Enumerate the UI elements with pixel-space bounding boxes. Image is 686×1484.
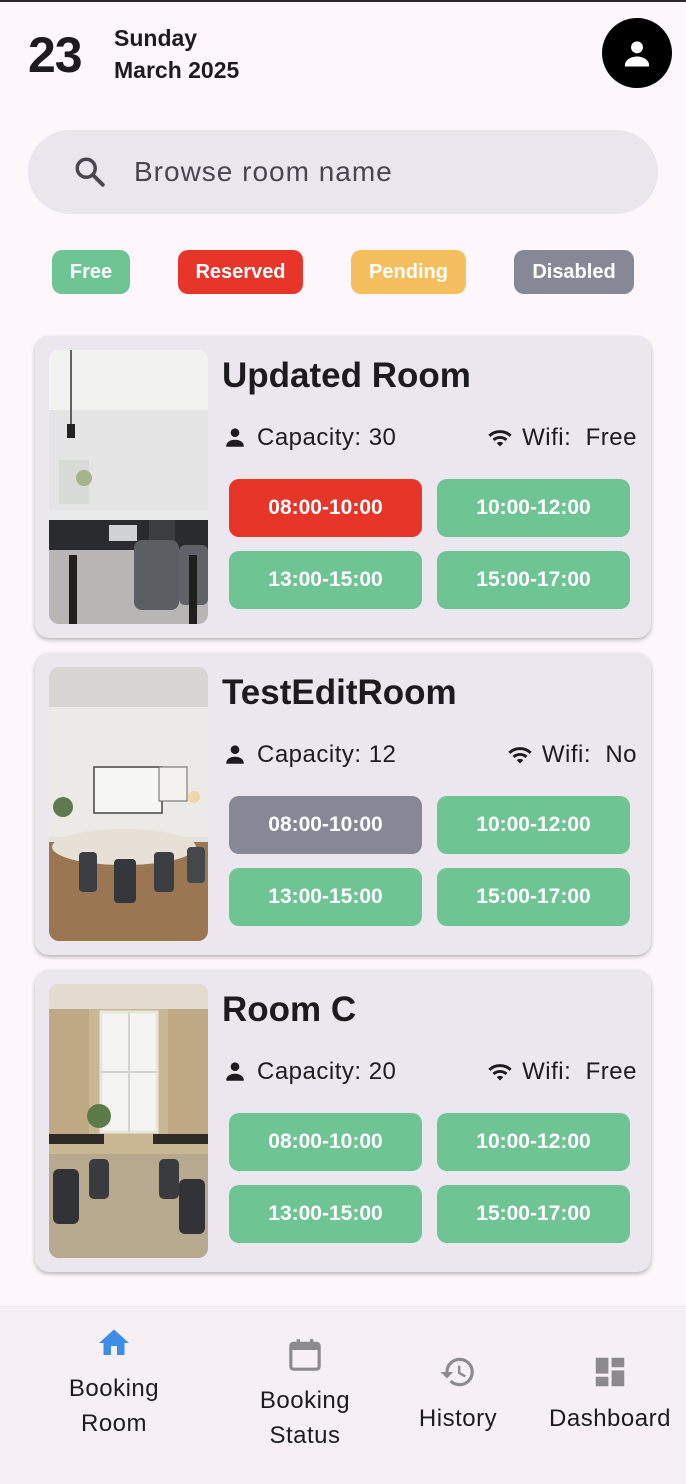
room-photo: [49, 984, 208, 1258]
room-photo: [49, 350, 208, 624]
nav-label: History: [418, 1405, 498, 1432]
time-slot-button[interactable]: 15:00-17:00: [437, 1185, 630, 1243]
person-icon: [226, 745, 244, 764]
wifi-info: Wifi: Free: [486, 1058, 637, 1086]
search-input[interactable]: [134, 150, 634, 194]
calendar-icon: [289, 1339, 321, 1371]
dashboard-icon: [595, 1357, 625, 1387]
time-slot-button[interactable]: 10:00-12:00: [437, 479, 630, 537]
wifi-info: Wifi: No: [506, 741, 637, 769]
time-slot-button[interactable]: 13:00-15:00: [229, 868, 422, 926]
day-number: 23: [28, 27, 83, 83]
room-name: Updated Room: [222, 356, 471, 395]
capacity-text: Capacity: 30: [257, 424, 397, 451]
search-bar[interactable]: [28, 130, 658, 214]
wifi-text: Wifi: Free: [522, 424, 637, 451]
room-card[interactable]: TestEditRoom Capacity: 12 Wifi: No 08:00…: [35, 653, 651, 955]
time-slot-button[interactable]: 10:00-12:00: [437, 796, 630, 854]
nav-history[interactable]: History: [398, 1307, 518, 1484]
legend-free: Free: [52, 250, 130, 294]
bottom-navigation: Booking Room Booking Status History Dash…: [0, 1306, 686, 1484]
time-slot-button[interactable]: 08:00-10:00: [229, 1113, 422, 1171]
room-info-row: Capacity: 30 Wifi: Free: [222, 422, 637, 452]
room-photo: [49, 667, 208, 941]
weekday: Sunday: [114, 25, 198, 51]
legend-pending: Pending: [351, 250, 466, 294]
legend-reserved: Reserved: [178, 250, 303, 294]
time-slot-button[interactable]: 15:00-17:00: [437, 868, 630, 926]
nav-label: Booking Room: [68, 1375, 160, 1437]
time-slot-button[interactable]: 08:00-10:00: [229, 796, 422, 854]
wifi-info: Wifi: Free: [486, 424, 637, 452]
legend-disabled: Disabled: [514, 250, 634, 294]
history-icon: [440, 1357, 474, 1387]
wifi-icon: [488, 1064, 512, 1081]
nav-booking-status[interactable]: Booking Status: [230, 1307, 380, 1484]
header: 23 Sunday March 2025: [0, 2, 686, 112]
room-info-row: Capacity: 20 Wifi: Free: [222, 1056, 637, 1086]
room-info-row: Capacity: 12 Wifi: No: [222, 739, 637, 769]
wifi-icon: [508, 747, 532, 764]
room-card[interactable]: Room C Capacity: 20 Wifi: Free 08:00-10:…: [35, 970, 651, 1272]
time-slot-button[interactable]: 10:00-12:00: [437, 1113, 630, 1171]
capacity-text: Capacity: 20: [257, 1058, 397, 1085]
date-text: Sunday March 2025: [114, 22, 239, 86]
person-icon: [624, 41, 650, 67]
status-legend: Free Reserved Pending Disabled: [0, 250, 686, 294]
month-year: March 2025: [114, 57, 240, 83]
nav-label: Booking Status: [259, 1387, 351, 1449]
room-name: TestEditRoom: [222, 673, 457, 712]
time-slot-button[interactable]: 08:00-10:00: [229, 479, 422, 537]
nav-label: Dashboard: [549, 1405, 671, 1432]
capacity-text: Capacity: 12: [257, 741, 397, 768]
wifi-text: Wifi: Free: [522, 1058, 637, 1085]
wifi-icon: [488, 430, 512, 447]
profile-avatar-button[interactable]: [602, 18, 672, 88]
time-slot-button[interactable]: 13:00-15:00: [229, 551, 422, 609]
home-icon: [99, 1329, 129, 1355]
room-name: Room C: [222, 990, 357, 1029]
time-slot-button[interactable]: 13:00-15:00: [229, 1185, 422, 1243]
wifi-text: Wifi: No: [541, 741, 637, 768]
person-icon: [226, 428, 244, 447]
person-icon: [226, 1062, 244, 1081]
search-icon[interactable]: [72, 154, 108, 190]
nav-booking-room[interactable]: Booking Room: [39, 1307, 189, 1484]
time-slot-button[interactable]: 15:00-17:00: [437, 551, 630, 609]
room-card[interactable]: Updated Room Capacity: 30 Wifi: Free 08:…: [35, 336, 651, 638]
nav-dashboard[interactable]: Dashboard: [540, 1307, 680, 1484]
